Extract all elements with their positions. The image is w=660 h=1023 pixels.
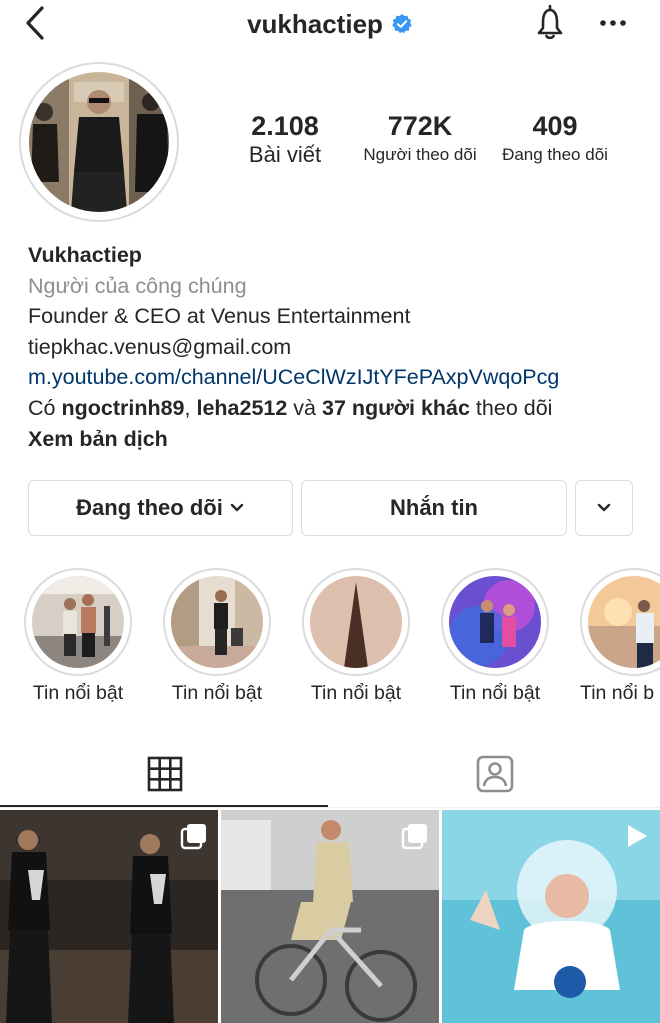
more-icon [600,20,626,26]
highlight-label: Tin nổi bật [310,682,402,704]
message-button-label: Nhắn tin [390,495,478,520]
highlight-ring [163,568,271,676]
story-highlight[interactable]: Tin nổi bật [441,568,549,704]
followed-by-suffix: theo dõi [469,395,553,420]
verified-badge-icon [392,13,412,34]
followed-by-and: và [287,395,322,420]
highlight-label: Tin nổi bật [171,682,263,704]
story-highlight[interactable]: Tin nổi b [580,568,660,704]
active-tab-indicator [0,805,328,807]
posts-count: 2.108 [251,111,319,141]
followed-by-line[interactable]: Có ngoctrinh89, leha2512 và 37 người khá… [28,393,648,424]
suggested-accounts-button[interactable] [575,480,633,536]
play-icon [628,825,647,847]
profile-bio: Vukhactiep Người của công chúng Founder … [28,240,648,454]
chevron-down-icon [597,503,611,512]
carousel-icon [180,824,206,850]
followed-by-separator: , [184,395,197,420]
notifications-button[interactable] [530,2,570,42]
story-highlight[interactable]: Tin nổi bật [163,568,271,704]
followed-by-user-1[interactable]: ngoctrinh89 [61,396,184,420]
followers-label: Người theo dõi [363,145,477,164]
highlight-ring [302,568,410,676]
chevron-down-icon [230,503,244,512]
highlight-label: Tin nổi bật [32,682,124,704]
bio-text: Founder & CEO at Venus Entertainment [28,304,411,329]
highlight-cover [171,576,263,668]
tab-tagged[interactable] [330,742,660,806]
following-button[interactable]: Đang theo dõi [28,480,293,536]
post-thumbnail[interactable] [0,810,218,1023]
posts-count-stat[interactable]: 2.108 Bài viết [210,110,360,168]
followers-count: 772K [387,111,453,141]
bell-icon [537,4,563,40]
following-count: 409 [532,111,578,141]
highlight-label: Tin nổi b [580,682,655,704]
highlight-label: Tin nổi bật [449,682,541,704]
tab-posts-grid[interactable] [0,742,330,806]
profile-avatar[interactable] [19,62,179,222]
bio-email[interactable]: tiepkhac.venus@gmail.com [28,332,648,363]
posts-label: Bài viết [248,142,322,167]
highlight-cover [588,576,660,668]
grid-icon [147,756,183,792]
highlight-cover [32,576,124,668]
bio-link[interactable]: m.youtube.com/channel/UCeClWzIJtYFePAxpV… [28,362,648,393]
tagged-icon [476,755,514,793]
story-highlight[interactable]: Tin nổi bật [302,568,410,704]
followed-by-prefix: Có [28,395,62,420]
post-thumbnail[interactable] [221,810,439,1023]
see-translation-link[interactable]: Xem bản dịch [28,427,168,451]
username-title: vukhactiep [247,8,383,39]
carousel-icon [401,824,427,850]
profile-category: Người của công chúng [28,273,247,298]
following-label: Đang theo dõi [502,145,608,164]
post-thumbnail[interactable] [442,810,660,1023]
following-count-stat[interactable]: 409 Đang theo dõi [480,110,630,168]
more-options-button[interactable] [596,12,632,34]
highlight-cover [449,576,541,668]
tab-divider [0,807,660,808]
highlight-ring [24,568,132,676]
highlight-ring [580,568,660,676]
highlight-cover [310,576,402,668]
avatar-photo [29,72,169,212]
message-button[interactable]: Nhắn tin [301,480,567,536]
followed-by-others[interactable]: 37 người khác [322,396,470,420]
followers-count-stat[interactable]: 772K Người theo dõi [345,110,495,168]
highlight-ring [441,568,549,676]
following-button-label: Đang theo dõi [76,495,223,520]
profile-display-name: Vukhactiep [28,243,142,267]
story-highlight[interactable]: Tin nổi bật [24,568,132,704]
followed-by-user-2[interactable]: leha2512 [196,396,287,420]
